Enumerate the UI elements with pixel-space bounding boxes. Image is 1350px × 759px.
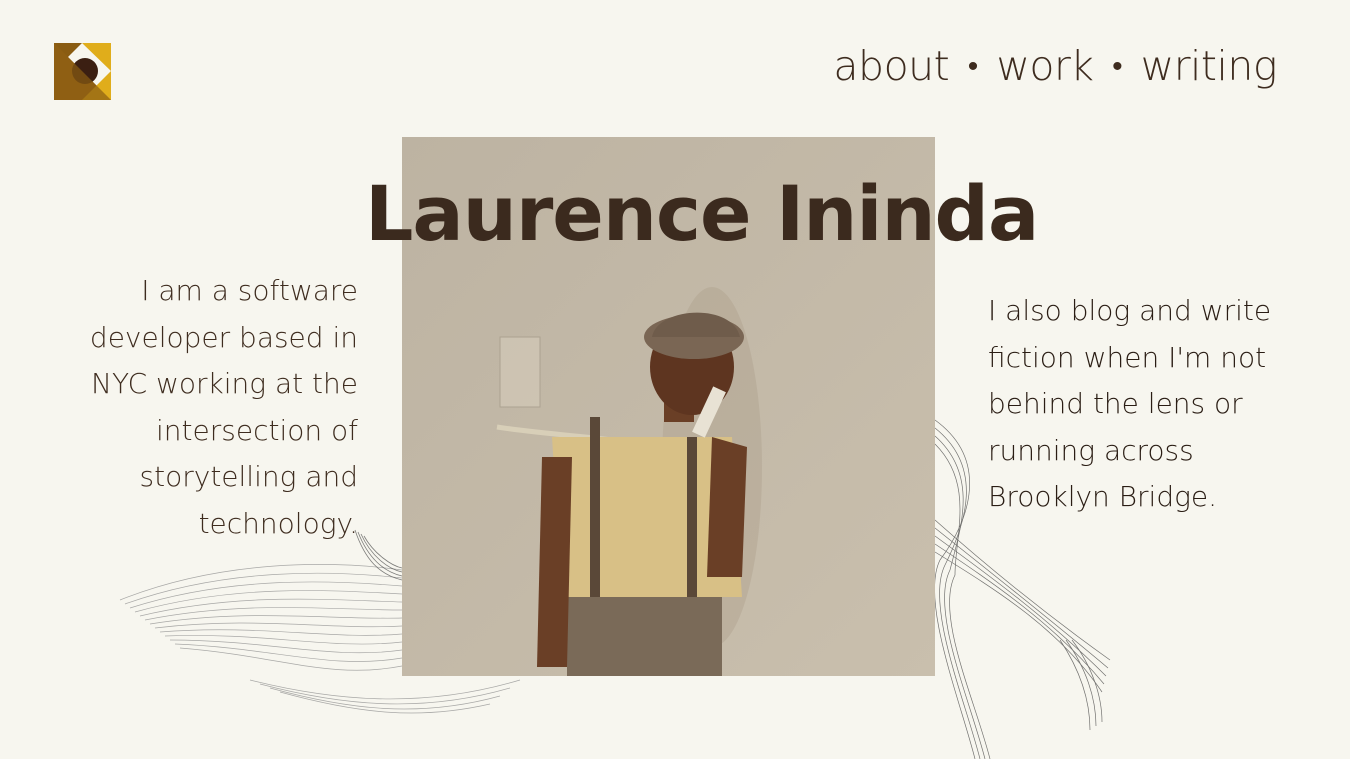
- intro-line: developer based in: [89, 320, 358, 354]
- page: { "logo": { "icon": "logo-icon", "colors…: [0, 0, 1350, 759]
- intro-line: technology.: [198, 506, 358, 540]
- intro-text: I am a software developer based in NYC w…: [30, 268, 358, 547]
- bio-line: Brooklyn Bridge.: [988, 480, 1218, 513]
- bio-text: I also blog and write fiction when I'm n…: [988, 288, 1308, 521]
- intro-line: storytelling and: [139, 460, 358, 493]
- bio-line: running across: [988, 433, 1194, 467]
- bio-line: fiction when I'm not: [988, 340, 1267, 374]
- intro-line: I am a software: [141, 274, 358, 307]
- intro-line: intersection of: [156, 413, 358, 447]
- page-title: Laurence Ininda: [365, 169, 1039, 258]
- bio-line: behind the lens or: [988, 387, 1243, 420]
- bio-line: I also blog and write: [988, 294, 1272, 327]
- intro-line: NYC working at the: [91, 367, 358, 400]
